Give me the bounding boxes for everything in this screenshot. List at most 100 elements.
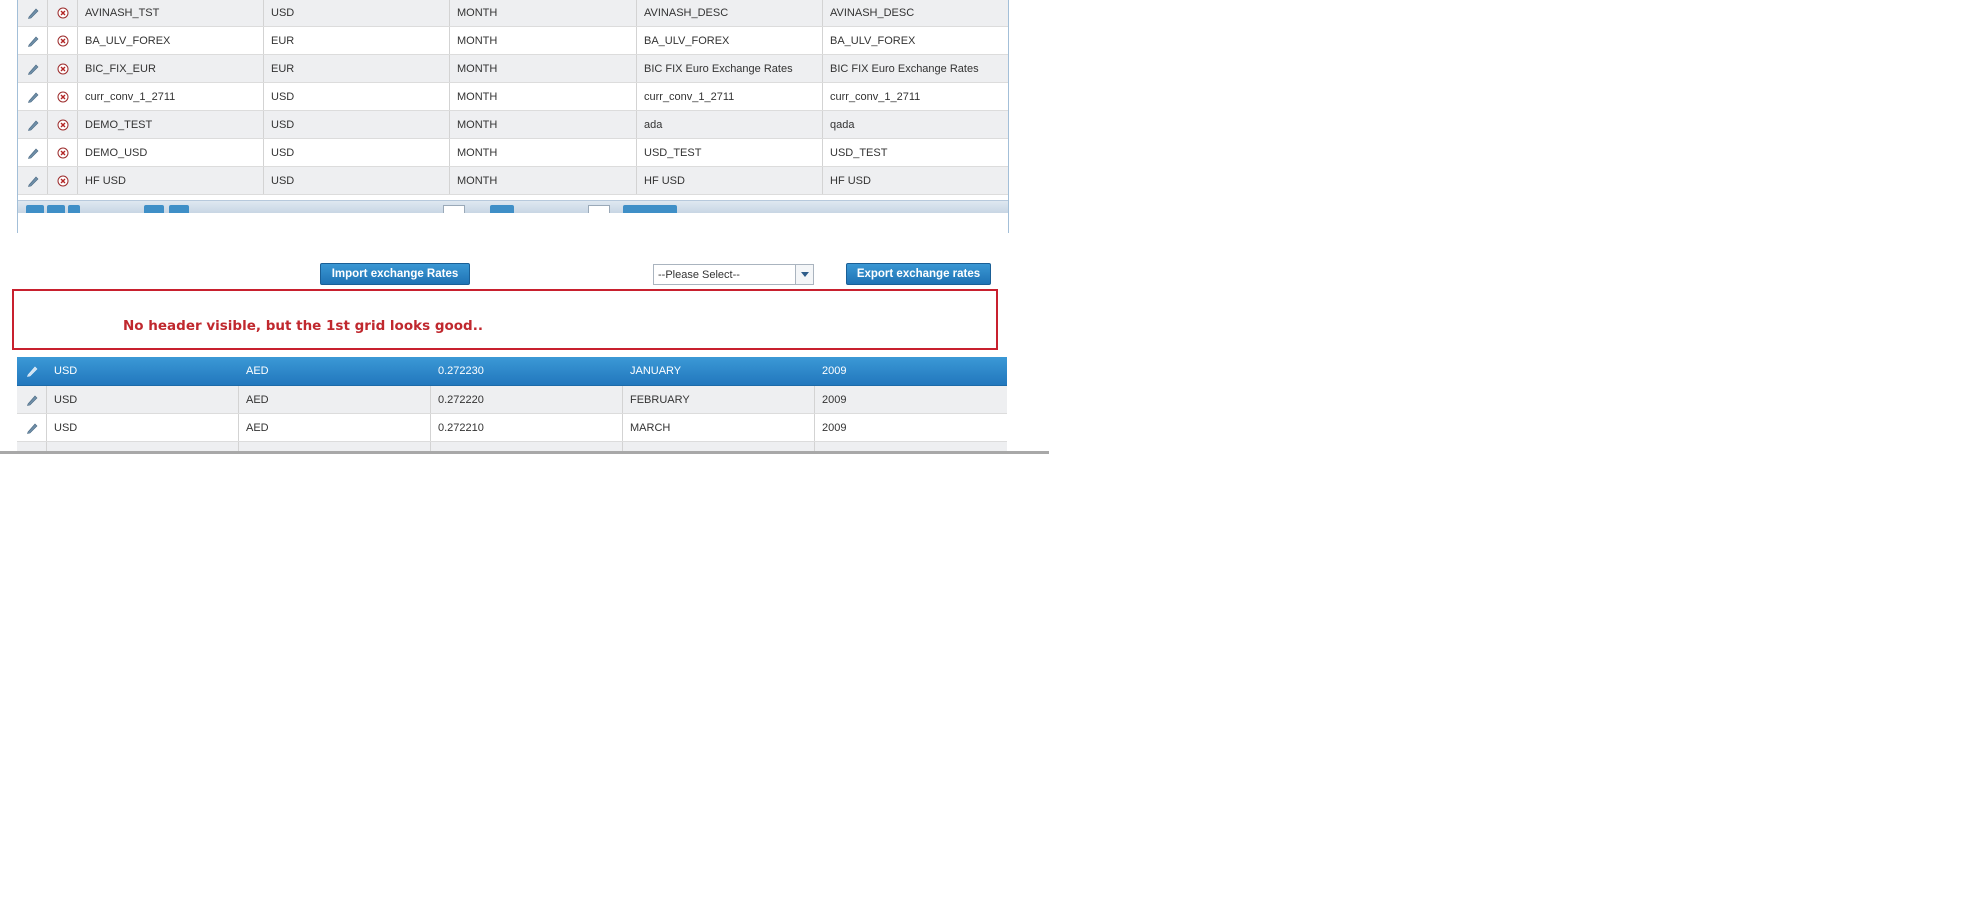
period-cell: MONTH (450, 27, 637, 54)
year-cell: 2009 (822, 365, 847, 377)
pencil-icon (27, 92, 38, 103)
delete-icon (57, 7, 68, 19)
pagination-bar (18, 200, 1008, 213)
delete-button[interactable] (48, 0, 78, 26)
pencil-icon (26, 423, 37, 434)
description-cell: BIC FIX Euro Exchange Rates (637, 55, 823, 82)
table-row[interactable]: curr_conv_1_2711 USD MONTH curr_conv_1_2… (18, 83, 1008, 111)
edit-button[interactable] (18, 167, 48, 194)
currency-cell: USD (264, 111, 450, 138)
rows-per-page-input[interactable] (588, 205, 610, 213)
table-row-selected[interactable]: USD AED 0.272230 JANUARY 2009 (17, 357, 1007, 386)
export-exchange-rates-button[interactable]: Export exchange rates (846, 263, 991, 285)
export-format-select[interactable]: --Please Select-- (653, 264, 814, 285)
delete-button[interactable] (48, 27, 78, 54)
last-page-button[interactable] (169, 205, 189, 213)
pencil-icon (27, 148, 38, 159)
currency-cell: EUR (264, 27, 450, 54)
table-row[interactable]: AVINASH_TST USD MONTH AVINASH_DESC AVINA… (18, 0, 1008, 27)
currency-cell: USD (264, 167, 450, 194)
import-exchange-rates-button[interactable]: Import exchange Rates (320, 263, 470, 285)
year-cell: 2009 (822, 421, 847, 434)
currency-cell: USD (264, 139, 450, 166)
period-cell: MONTH (450, 167, 637, 194)
change-button[interactable] (623, 205, 677, 213)
select-value: --Please Select-- (658, 268, 740, 281)
delete-icon (57, 175, 68, 186)
edit-button[interactable] (17, 357, 47, 385)
to-currency-cell: AED (239, 386, 431, 413)
delete-icon (57, 147, 68, 158)
to-currency-cell: AED (246, 365, 269, 377)
rate-cell: 0.272220 (431, 386, 623, 413)
description-cell: USD_TEST (830, 146, 888, 159)
table-row[interactable]: DEMO_USD USD MONTH USD_TEST USD_TEST (18, 139, 1008, 167)
go-button[interactable] (490, 205, 514, 213)
name-cell: DEMO_TEST (78, 111, 264, 138)
period-cell: MONTH (450, 83, 637, 110)
pencil-icon (27, 176, 38, 187)
pencil-icon (27, 36, 38, 47)
edit-button[interactable] (18, 27, 48, 54)
period-cell: MONTH (450, 55, 637, 82)
name-cell: curr_conv_1_2711 (78, 83, 264, 110)
currency-cell: USD (264, 0, 450, 26)
name-cell: AVINASH_TST (78, 0, 264, 26)
pencil-icon (27, 64, 38, 75)
description-cell: qada (830, 118, 855, 131)
description-cell: USD_TEST (637, 139, 823, 166)
month-cell: MARCH (623, 414, 815, 441)
chevron-down-icon (800, 272, 809, 277)
description-cell: BA_ULV_FOREX (637, 27, 823, 54)
prev-page-button[interactable] (47, 205, 65, 213)
year-cell: 2009 (822, 393, 847, 406)
table-row[interactable]: USD AED 0.272220 FEBRUARY 2009 (17, 386, 1007, 414)
from-currency-cell: USD (54, 365, 78, 377)
description-cell: AVINASH_DESC (637, 0, 823, 26)
edit-button[interactable] (18, 55, 48, 82)
pencil-icon (26, 395, 37, 406)
table-row[interactable]: HF USD USD MONTH HF USD HF USD (18, 167, 1008, 195)
name-cell: DEMO_USD (78, 139, 264, 166)
month-cell: JANUARY (630, 365, 682, 377)
period-cell: MONTH (450, 0, 637, 26)
delete-button[interactable] (48, 139, 78, 166)
table-row[interactable]: DEMO_TEST USD MONTH ada qada (18, 111, 1008, 139)
delete-button[interactable] (48, 111, 78, 138)
name-cell: BIC_FIX_EUR (78, 55, 264, 82)
edit-button[interactable] (17, 386, 47, 413)
delete-icon (57, 35, 68, 46)
pencil-icon (27, 120, 38, 131)
from-currency-cell: USD (47, 386, 239, 413)
rate-cell: 0.272230 (438, 365, 484, 377)
description-cell: BA_ULV_FOREX (830, 34, 916, 47)
delete-icon (57, 63, 68, 74)
edit-button[interactable] (18, 0, 48, 26)
to-currency-cell: AED (239, 414, 431, 441)
edit-button[interactable] (17, 414, 47, 441)
first-page-button[interactable] (26, 205, 44, 213)
page-input[interactable] (443, 205, 465, 213)
annotation-text: No header visible, but the 1st grid look… (123, 318, 483, 334)
table-row[interactable]: USD AED 0.272210 MARCH 2009 (17, 414, 1007, 442)
month-cell: FEBRUARY (623, 386, 815, 413)
table-row[interactable]: BA_ULV_FOREX EUR MONTH BA_ULV_FOREX BA_U… (18, 27, 1008, 55)
table-row[interactable]: BIC_FIX_EUR EUR MONTH BIC FIX Euro Excha… (18, 55, 1008, 83)
dropdown-arrow[interactable] (795, 265, 813, 284)
prev-button[interactable] (68, 205, 80, 213)
currency-cell: USD (264, 83, 450, 110)
delete-button[interactable] (48, 83, 78, 110)
description-cell: curr_conv_1_2711 (830, 90, 921, 103)
horizontal-divider (0, 451, 1049, 454)
name-cell: HF USD (78, 167, 264, 194)
edit-button[interactable] (18, 111, 48, 138)
delete-button[interactable] (48, 167, 78, 194)
delete-icon (57, 91, 68, 102)
exchange-rate-types-grid: AVINASH_TST USD MONTH AVINASH_DESC AVINA… (17, 0, 1009, 233)
edit-button[interactable] (18, 83, 48, 110)
name-cell: BA_ULV_FOREX (78, 27, 264, 54)
description-cell: AVINASH_DESC (830, 7, 915, 19)
delete-button[interactable] (48, 55, 78, 82)
next-page-button[interactable] (144, 205, 164, 213)
edit-button[interactable] (18, 139, 48, 166)
